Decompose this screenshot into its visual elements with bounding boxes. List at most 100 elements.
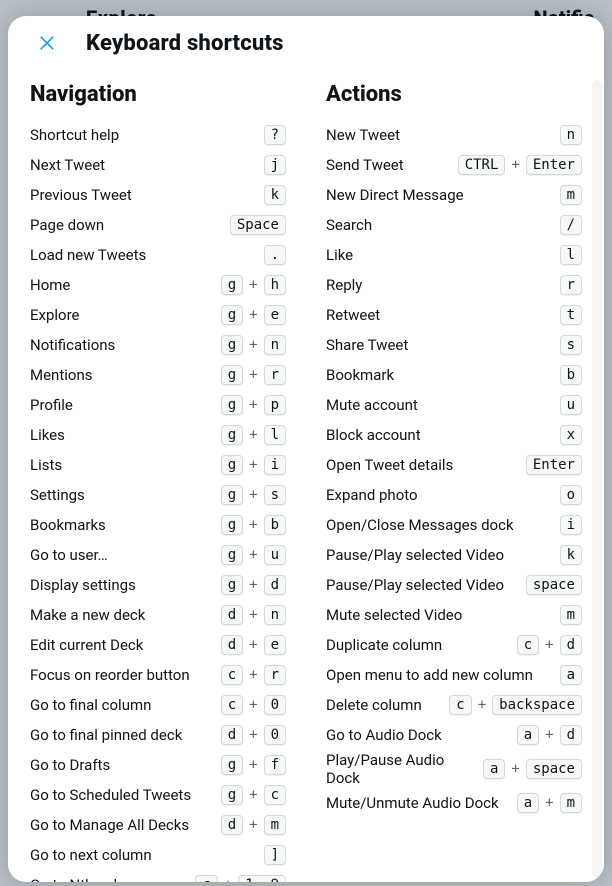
keycap: n	[264, 335, 286, 355]
shortcut-label: Settings	[30, 486, 85, 504]
section-title-navigation: Navigation	[30, 82, 286, 107]
shortcut-keys: g+d	[221, 575, 286, 595]
section-title-actions: Actions	[326, 82, 582, 107]
keycap: r	[264, 365, 286, 385]
shortcut-row: Go to Audio Docka+d	[326, 721, 582, 749]
shortcut-keys: Enter	[526, 455, 582, 475]
shortcut-keys: b	[560, 365, 582, 385]
shortcut-row: Mute accountu	[326, 391, 582, 419]
keycap: Space	[230, 215, 286, 235]
key-plus: +	[224, 877, 232, 882]
shortcut-row: Delete columnc+backspace	[326, 691, 582, 719]
shortcut-row: Previous Tweetk	[30, 181, 286, 209]
shortcut-label: Go to Audio Dock	[326, 726, 442, 744]
shortcut-label: Go to Manage All Decks	[30, 816, 189, 834]
shortcut-label: Retweet	[326, 306, 380, 324]
keycap: g	[221, 785, 243, 805]
shortcut-label: Duplicate column	[326, 636, 442, 654]
keycap: u	[264, 545, 286, 565]
shortcut-label: Expand photo	[326, 486, 418, 504]
keycap: k	[560, 545, 582, 565]
modal-body[interactable]: Navigation Shortcut help?Next TweetjPrev…	[8, 70, 604, 882]
key-plus: +	[249, 787, 257, 803]
shortcut-keys: a+m	[517, 793, 582, 813]
shortcut-row: Page down Space	[30, 211, 286, 239]
keycap: d	[221, 815, 243, 835]
keycap: n	[560, 125, 582, 145]
key-plus: +	[249, 277, 257, 293]
keycap: g	[221, 485, 243, 505]
keycap: e	[264, 635, 286, 655]
shortcut-keys: c+d	[517, 635, 582, 655]
shortcut-keys: c+0	[221, 695, 286, 715]
shortcut-label: Profile	[30, 396, 73, 414]
shortcut-row: Next Tweet j	[30, 151, 286, 179]
shortcut-keys: x	[560, 425, 582, 445]
close-button[interactable]	[30, 26, 64, 60]
shortcut-row: Bookmarkb	[326, 361, 582, 389]
keycap: k	[264, 185, 286, 205]
shortcut-keys: a+space	[483, 759, 582, 779]
shortcut-label: Focus on reorder button	[30, 666, 190, 684]
shortcut-keys: d+m	[221, 815, 286, 835]
keycap: g	[221, 305, 243, 325]
shortcut-keys: d+n	[221, 605, 286, 625]
keycap: c	[195, 875, 217, 882]
keycap: d	[221, 635, 243, 655]
shortcut-keys: g+i	[221, 455, 286, 475]
shortcut-row: Bookmarksg+b	[30, 511, 286, 539]
shortcut-row: Send TweetCTRL+Enter	[326, 151, 582, 179]
keycap: .	[264, 245, 286, 265]
keycap: r	[560, 275, 582, 295]
keycap: g	[221, 515, 243, 535]
shortcut-row: Load new Tweets.	[30, 241, 286, 269]
shortcut-label: Page down	[30, 216, 104, 234]
shortcut-label: Load new Tweets	[30, 246, 146, 264]
shortcut-row: Mute selected Videom	[326, 601, 582, 629]
keycap: e	[264, 305, 286, 325]
shortcut-row: Go to Manage All Decks d+m	[30, 811, 286, 839]
key-plus: +	[249, 337, 257, 353]
keycap: r	[264, 665, 286, 685]
key-plus: +	[249, 637, 257, 653]
keycap: x	[560, 425, 582, 445]
shortcut-label: Delete column	[326, 696, 422, 714]
shortcut-row: Display settingsg+d	[30, 571, 286, 599]
key-plus: +	[249, 307, 257, 323]
keycap: l	[264, 425, 286, 445]
keycap: Enter	[526, 455, 582, 475]
shortcut-label: Open Tweet details	[326, 456, 453, 474]
shortcut-keys: l	[560, 245, 582, 265]
shortcut-label: Likes	[30, 426, 65, 444]
shortcut-row: Listsg+i	[30, 451, 286, 479]
keycap: a	[483, 759, 505, 779]
shortcut-row: Homeg+h	[30, 271, 286, 299]
keycap: j	[264, 155, 286, 175]
shortcut-label: Make a new deck	[30, 606, 145, 624]
shortcut-label: Pause/Play selected Video	[326, 546, 504, 564]
keycap: g	[221, 455, 243, 475]
keycap: c	[449, 695, 471, 715]
key-plus: +	[249, 547, 257, 563]
key-plus: +	[249, 757, 257, 773]
scrollbar[interactable]	[592, 80, 602, 878]
shortcut-keys: k	[560, 545, 582, 565]
shortcut-keys: ]	[264, 845, 286, 865]
keycap: Enter	[526, 155, 582, 175]
shortcut-label: Reply	[326, 276, 362, 294]
shortcut-label: Next Tweet	[30, 156, 105, 174]
key-plus: +	[249, 427, 257, 443]
shortcut-row: Go to Draftsg+f	[30, 751, 286, 779]
keycap: m	[264, 815, 286, 835]
shortcut-row: Make a new deck d+n	[30, 601, 286, 629]
keycap: h	[264, 275, 286, 295]
keycap: g	[221, 575, 243, 595]
shortcut-row: Profileg+p	[30, 391, 286, 419]
shortcut-row: Retweett	[326, 301, 582, 329]
shortcut-keys: g+h	[221, 275, 286, 295]
keycap: g	[221, 365, 243, 385]
shortcut-row: Notificationsg+n	[30, 331, 286, 359]
shortcut-row: Go to next column]	[30, 841, 286, 869]
shortcut-row: Focus on reorder buttonc+r	[30, 661, 286, 689]
keycap: i	[264, 455, 286, 475]
